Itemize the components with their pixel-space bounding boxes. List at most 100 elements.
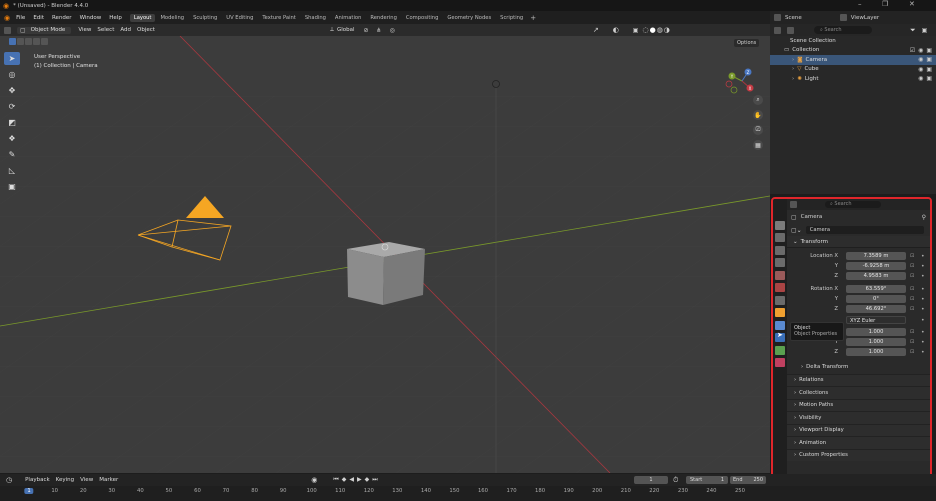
chevron-right-icon[interactable]: › <box>792 57 794 63</box>
select-extend-icon[interactable] <box>17 38 24 45</box>
camera-render-icon[interactable]: ▣ <box>926 66 932 73</box>
outliner-object-camera[interactable]: › ◙ Camera ◉ ▣ <box>770 55 936 65</box>
add-workspace-icon[interactable]: + <box>530 14 536 22</box>
constraints-tab-icon[interactable] <box>775 345 785 355</box>
show-gizmo-icon[interactable]: ↗ <box>593 26 599 34</box>
properties-search[interactable]: ⌕ Search <box>825 201 881 208</box>
overlays-icon[interactable]: ◐ <box>613 26 619 34</box>
keyframe-icon[interactable]: • <box>921 339 925 346</box>
eye-icon[interactable]: ◉ <box>918 47 923 54</box>
cursor-tool-icon[interactable]: ◎ <box>4 68 20 81</box>
keyframe-icon[interactable]: • <box>921 329 925 336</box>
section-animation[interactable]: › Animation <box>787 436 930 449</box>
output-tab-icon[interactable] <box>775 245 785 255</box>
outliner-object-cube[interactable]: › ▽ Cube ◉ ▣ <box>770 65 936 75</box>
new-collection-icon[interactable]: ▣ <box>922 27 928 34</box>
rotate-tool-icon[interactable]: ⟳ <box>4 100 20 113</box>
keyframe-icon[interactable]: • <box>921 317 925 324</box>
start-frame-field[interactable]: Start 1 <box>686 476 728 484</box>
rotation-x-field[interactable]: 63.559° <box>846 285 906 293</box>
location-x-field[interactable]: 7.3589 m <box>846 252 906 260</box>
properties-editor-type-icon[interactable] <box>790 201 797 208</box>
add-cube-tool-icon[interactable]: ▣ <box>4 180 20 193</box>
annotate-tool-icon[interactable]: ✎ <box>4 148 20 161</box>
orientation-dropdown[interactable]: Global <box>334 27 358 33</box>
jump-start-icon[interactable]: ⏮ <box>333 476 338 484</box>
maximize-icon[interactable]: ❐ <box>882 0 888 8</box>
camera-render-icon[interactable]: ▣ <box>926 75 932 82</box>
lock-icon[interactable]: ⊡ <box>910 273 914 279</box>
section-collections[interactable]: › Collections <box>787 386 930 399</box>
options-button[interactable]: Options <box>734 39 760 47</box>
tab-layout[interactable]: Layout <box>129 13 156 22</box>
minimize-icon[interactable]: – <box>858 0 862 8</box>
tool-tab-icon[interactable] <box>775 220 785 230</box>
jump-end-icon[interactable]: ⏭ <box>372 476 377 484</box>
scale-tool-icon[interactable]: ◩ <box>4 116 20 129</box>
section-viewport-display[interactable]: › Viewport Display <box>787 423 930 436</box>
close-icon[interactable]: ✕ <box>909 0 915 8</box>
data-block-icon[interactable]: ▢⌄ <box>791 227 802 234</box>
collection-tab-icon[interactable] <box>775 295 785 305</box>
material-preview-icon[interactable]: ◍ <box>657 26 663 34</box>
object-menu[interactable]: Object <box>134 27 158 33</box>
delta-transform-header[interactable]: › Delta Transform <box>787 361 930 374</box>
current-frame-field[interactable]: 1 <box>634 476 668 484</box>
keyframe-icon[interactable]: • <box>921 286 925 293</box>
transform-tool-icon[interactable]: ❖ <box>4 132 20 145</box>
camera-render-icon[interactable]: ▣ <box>926 47 932 54</box>
rotation-z-field[interactable]: 46.692° <box>846 305 906 313</box>
tab-animation[interactable]: Animation <box>331 14 365 22</box>
camera-render-icon[interactable]: ▣ <box>926 56 932 63</box>
timeline-view-menu[interactable]: View <box>77 477 96 483</box>
transform-panel-header[interactable]: ⌄ Transform <box>787 236 930 248</box>
timeline-ruler[interactable]: 1 10 20 30 40 50 60 70 80 90 100 110 120 130 140 150 160… <box>0 486 936 501</box>
pivot-icon[interactable]: ⊘ <box>364 27 369 34</box>
marker-menu[interactable]: Marker <box>96 477 121 483</box>
rendered-icon[interactable]: ◑ <box>664 26 670 34</box>
eye-icon[interactable]: ◉ <box>918 75 923 82</box>
scale-z-field[interactable]: 1.000 <box>846 348 906 356</box>
chevron-right-icon[interactable]: › <box>792 76 794 82</box>
3d-viewport[interactable]: Z X Y User Perspective (1) Collection | … <box>0 36 770 473</box>
play-reverse-icon[interactable]: ◀ <box>349 476 354 484</box>
location-y-field[interactable]: -6.9258 m <box>846 262 906 270</box>
eye-icon[interactable]: ◉ <box>918 66 923 73</box>
data-block-field[interactable]: Camera <box>805 226 924 234</box>
tab-geometry-nodes[interactable]: Geometry Nodes <box>443 14 495 22</box>
ortho-grid-icon[interactable]: ▦ <box>753 140 763 150</box>
scene-collection-row[interactable]: Scene Collection <box>770 36 936 46</box>
rotation-y-field[interactable]: 0° <box>846 295 906 303</box>
select-intersect-icon[interactable] <box>41 38 48 45</box>
scale-x-field[interactable]: 1.000 <box>846 328 906 336</box>
xray-icon[interactable]: ▣ <box>633 27 639 34</box>
tab-shading[interactable]: Shading <box>301 14 330 22</box>
select-box-tool-icon[interactable]: ➤ <box>4 52 20 65</box>
lock-icon[interactable]: ⊡ <box>910 339 914 345</box>
move-tool-icon[interactable]: ✥ <box>4 84 20 97</box>
tab-modeling[interactable]: Modeling <box>156 14 188 22</box>
mode-dropdown[interactable]: ▢ Object Mode <box>17 26 72 34</box>
editor-type-icon[interactable] <box>774 26 781 34</box>
location-z-field[interactable]: 4.9583 m <box>846 272 906 280</box>
object-tab-icon[interactable] <box>775 308 785 317</box>
timeline-editor-icon[interactable]: ◷ <box>6 476 12 484</box>
cube-object[interactable] <box>347 242 425 305</box>
tab-compositing[interactable]: Compositing <box>402 14 443 22</box>
keying-menu[interactable]: Keying <box>53 477 77 483</box>
end-frame-field[interactable]: End 250 <box>730 476 766 484</box>
outliner-object-light[interactable]: › ✺ Light ◉ ▣ <box>770 74 936 84</box>
pin-icon[interactable]: ⚲ <box>922 214 926 221</box>
add-menu[interactable]: Add <box>117 27 134 33</box>
keyframe-icon[interactable]: • <box>921 263 925 270</box>
object-name[interactable]: Camera <box>801 214 823 220</box>
checkbox-icon[interactable]: ☑ <box>910 47 915 54</box>
keyframe-icon[interactable]: • <box>921 273 925 280</box>
view-layer-tab-icon[interactable] <box>775 258 785 267</box>
proportional-edit-icon[interactable]: ◎ <box>390 27 395 34</box>
playback-controls[interactable]: ⏮ ◆ ◀ ▶ ◆ ⏭ <box>333 476 377 484</box>
tab-sculpting[interactable]: Sculpting <box>189 14 221 22</box>
menu-edit[interactable]: Edit <box>29 15 48 21</box>
select-set-icon[interactable] <box>9 38 16 45</box>
tab-scripting[interactable]: Scripting <box>496 14 527 22</box>
